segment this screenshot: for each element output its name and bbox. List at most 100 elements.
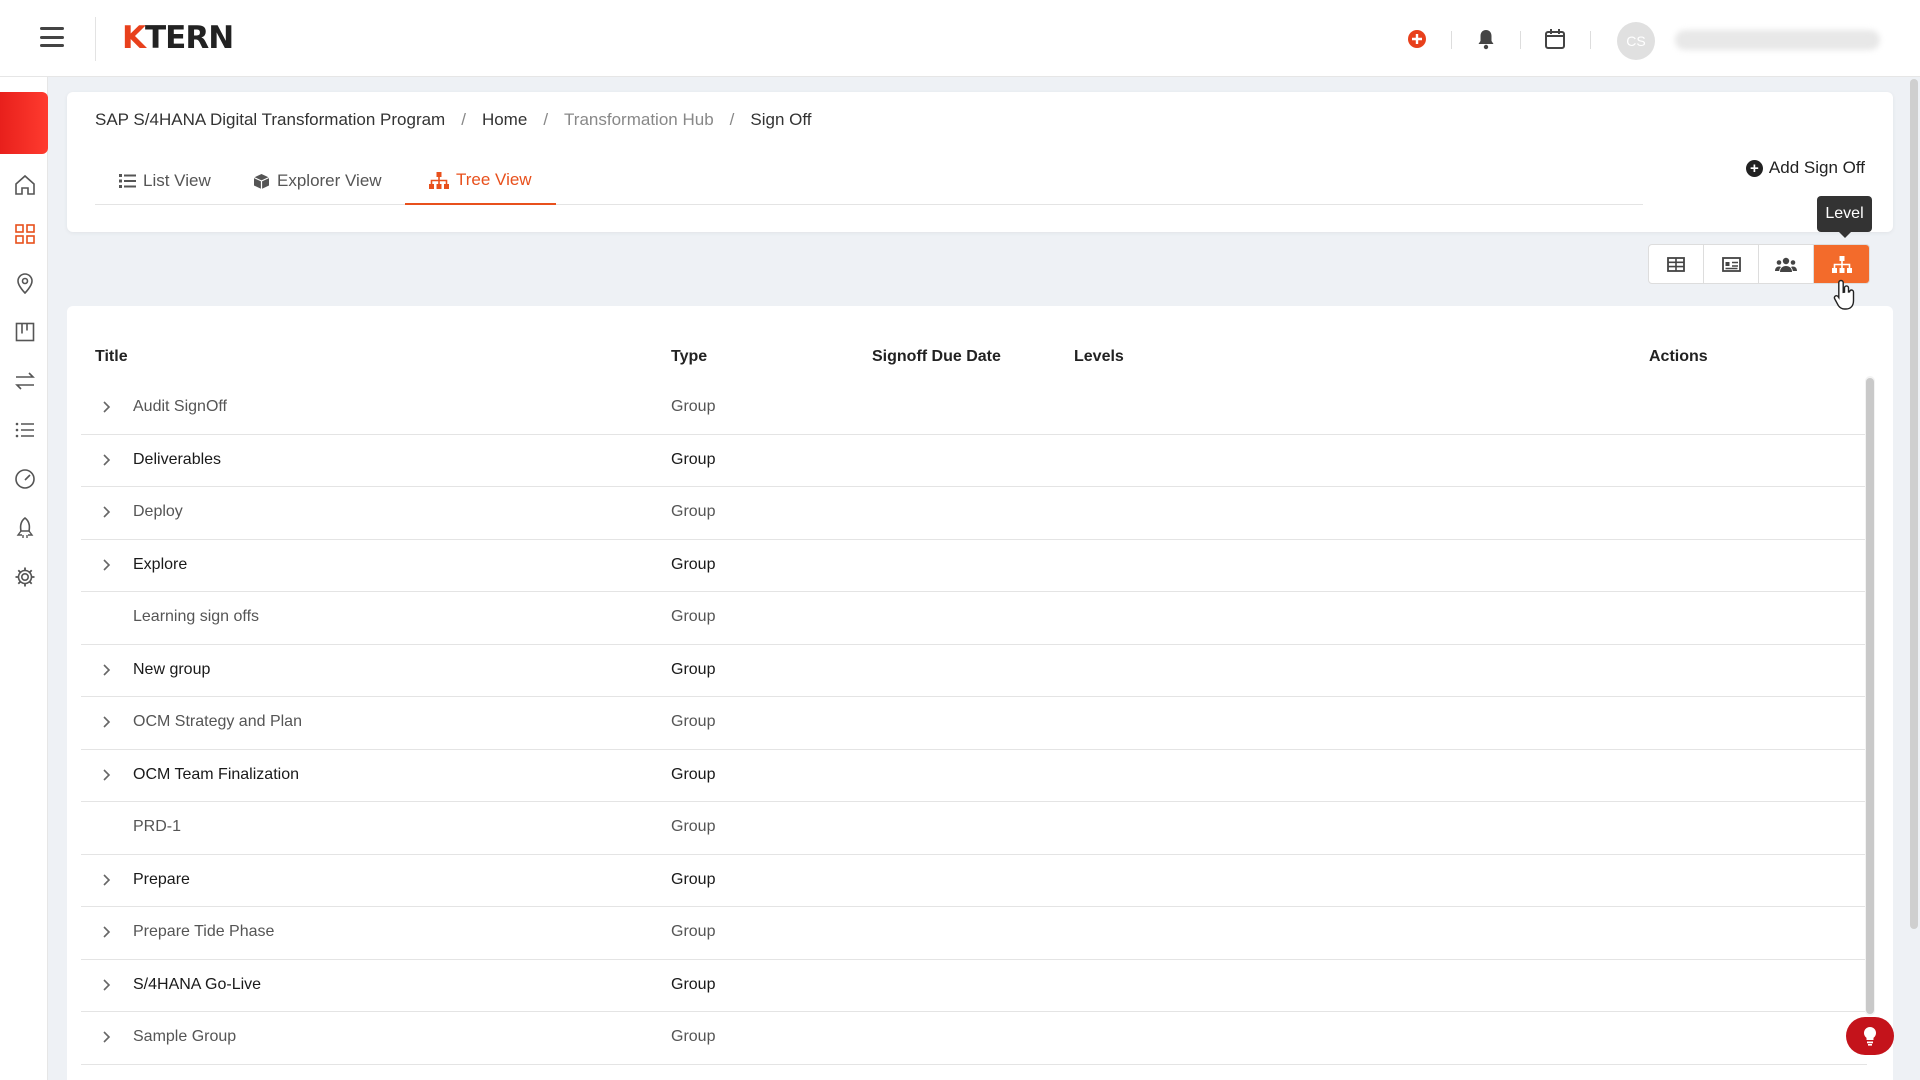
breadcrumb-home[interactable]: Home (482, 110, 527, 130)
level-tooltip: Level (1817, 196, 1872, 238)
table-row[interactable]: Deploy Group (81, 487, 1867, 540)
row-title: Audit SignOff (133, 398, 227, 415)
row-title: Deploy (133, 503, 183, 520)
table-row[interactable]: PRD-1 Group (81, 802, 1867, 855)
divider (1520, 31, 1521, 49)
plus-circle-icon: + (1745, 159, 1763, 177)
chevron-right-icon[interactable] (99, 558, 113, 572)
sitemap-icon (1831, 255, 1852, 273)
gauge-icon[interactable] (12, 466, 38, 492)
row-title: Prepare Tide Phase (133, 923, 275, 940)
ktern-logo[interactable]: K TERN (122, 20, 234, 56)
sidebar-accent (0, 92, 48, 154)
add-signoff-button[interactable]: + Add Sign Off (1745, 158, 1865, 178)
chevron-right-icon[interactable] (99, 1030, 113, 1044)
lightbulb-help-button[interactable] (1846, 1017, 1894, 1055)
breadcrumb-hub[interactable]: Transformation Hub (564, 110, 714, 130)
top-bar: K TERN CS (0, 0, 1920, 77)
calendar-icon[interactable] (1543, 27, 1567, 51)
home-icon[interactable] (12, 172, 38, 198)
table-row[interactable]: Learning sign offs Group (81, 592, 1867, 645)
row-title: OCM Team Finalization (133, 765, 299, 783)
column-type[interactable]: Type (671, 348, 707, 366)
table-row[interactable]: Prepare Tide Phase Group (81, 907, 1867, 960)
table-row[interactable]: OCM Strategy and Plan Group (81, 697, 1867, 750)
row-type: Group (671, 660, 716, 678)
cube-icon (253, 173, 270, 189)
page-scrollbar[interactable] (1910, 79, 1918, 929)
table-row[interactable]: OCM Team Finalization Group (81, 750, 1867, 802)
add-circle-icon[interactable] (1405, 27, 1429, 51)
breadcrumb-current: Sign Off (750, 110, 812, 129)
table-row[interactable]: S/4HANA Go-Live Group (81, 960, 1867, 1012)
breadcrumb-program[interactable]: SAP S/4HANA Digital Transformation Progr… (95, 110, 445, 130)
table-view-button[interactable] (1649, 245, 1704, 283)
rocket-icon[interactable] (12, 515, 38, 541)
table-row[interactable]: Explore Group (81, 540, 1867, 592)
row-type: Group (671, 923, 716, 940)
board-icon[interactable] (12, 319, 38, 345)
users-view-button[interactable] (1759, 245, 1814, 283)
chevron-right-icon[interactable] (99, 873, 113, 887)
list-icon[interactable] (12, 417, 38, 443)
row-title: Learning sign offs (133, 608, 260, 625)
header-card: SAP S/4HANA Digital Transformation Progr… (67, 92, 1893, 232)
row-title: Explore (133, 555, 188, 573)
sidebar (0, 77, 48, 1080)
divider (95, 17, 96, 61)
column-title[interactable]: Title (95, 348, 128, 366)
row-title: Prepare (133, 870, 190, 888)
table-row[interactable]: Prepare Group (81, 855, 1867, 907)
gear-icon[interactable] (12, 564, 38, 590)
column-levels[interactable]: Levels (1074, 348, 1124, 366)
chevron-right-icon[interactable] (99, 715, 113, 729)
card-view-button[interactable] (1704, 245, 1759, 283)
transfer-arrows-icon[interactable] (12, 368, 38, 394)
row-title: PRD-1 (133, 818, 182, 835)
chevron-right-icon[interactable] (99, 400, 113, 414)
menu-icon[interactable] (40, 27, 64, 47)
row-type: Group (671, 608, 716, 625)
row-type: Group (671, 398, 716, 415)
bell-icon[interactable] (1474, 27, 1498, 51)
row-title: S/4HANA Go-Live (133, 975, 262, 993)
divider (1451, 31, 1452, 49)
row-title: New group (133, 660, 211, 678)
list-icon (119, 174, 136, 188)
row-type: Group (671, 555, 716, 573)
row-type: Group (671, 1028, 716, 1045)
tab-list-view[interactable]: List View (95, 157, 235, 205)
table-scrollbar-thumb[interactable] (1866, 378, 1874, 1014)
chevron-right-icon[interactable] (99, 768, 113, 782)
tab-explorer-view[interactable]: Explorer View (229, 157, 406, 205)
table-row[interactable]: New group Group (81, 645, 1867, 697)
user-name-redacted[interactable] (1675, 30, 1880, 50)
users-icon (1775, 257, 1797, 272)
location-pin-icon[interactable] (12, 270, 38, 296)
table-row[interactable]: Sample Group Group (81, 1012, 1867, 1065)
row-type: Group (671, 818, 716, 835)
row-type: Group (671, 450, 716, 468)
tab-tree-view[interactable]: Tree View (405, 157, 556, 205)
row-type: Group (671, 503, 716, 520)
row-title: Sample Group (133, 1028, 237, 1045)
breadcrumb: SAP S/4HANA Digital Transformation Progr… (95, 110, 812, 130)
table-row[interactable]: Audit SignOff Group (81, 382, 1867, 435)
chevron-right-icon[interactable] (99, 925, 113, 939)
row-type: Group (671, 713, 716, 730)
table-row[interactable]: Deliverables Group (81, 435, 1867, 487)
sitemap-icon (429, 171, 449, 189)
column-due-date[interactable]: Signoff Due Date (872, 348, 1001, 366)
id-card-icon (1721, 256, 1741, 272)
row-type: Group (671, 975, 716, 993)
chevron-right-icon[interactable] (99, 663, 113, 677)
chevron-right-icon[interactable] (99, 978, 113, 992)
table-body: Audit SignOff Group Deliverables Group D… (81, 382, 1867, 1065)
chevron-right-icon[interactable] (99, 505, 113, 519)
table-icon (1667, 256, 1685, 272)
row-type: Group (671, 870, 716, 888)
chevron-right-icon[interactable] (99, 453, 113, 467)
avatar[interactable]: CS (1617, 22, 1655, 60)
row-type: Group (671, 765, 716, 783)
dashboard-grid-icon[interactable] (12, 221, 38, 247)
